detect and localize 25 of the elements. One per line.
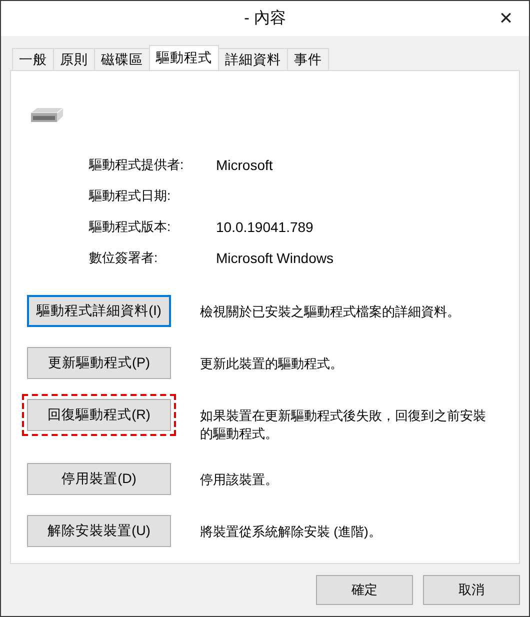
action-description: 如果裝置在更新驅動程式後失敗，回復到之前安裝的驅動程式。 (200, 407, 486, 443)
drive-icon (29, 107, 65, 123)
action-description: 更新此裝置的驅動程式。 (200, 355, 344, 373)
action-button[interactable]: 回復驅動程式(R) (27, 399, 171, 431)
action-description: 檢視關於已安裝之驅動程式檔案的詳細資料。 (200, 303, 461, 321)
info-label: 驅動程式版本: (89, 218, 172, 236)
tab[interactable]: 事件 (287, 48, 329, 70)
info-label: 驅動程式日期: (89, 187, 172, 205)
cancel-button[interactable]: 取消 (423, 575, 520, 605)
tab[interactable]: 驅動程式 (149, 45, 219, 70)
action-description: 停用該裝置。 (200, 471, 279, 489)
tab[interactable]: 一般 (12, 48, 54, 70)
info-value: Microsoft (216, 157, 273, 173)
info-value: 10.0.19041.789 (216, 219, 314, 235)
action-button[interactable]: 停用裝置(D) (27, 463, 171, 495)
window-title: - 內容 (244, 8, 286, 29)
info-label: 驅動程式提供者: (89, 156, 185, 174)
action-button[interactable]: 驅動程式詳細資料(I) (27, 295, 171, 327)
info-value: Microsoft Windows (216, 250, 334, 266)
close-button[interactable]: ✕ (491, 5, 521, 33)
info-label: 數位簽署者: (89, 249, 159, 267)
ok-button[interactable]: 確定 (316, 575, 413, 605)
action-description: 將裝置從系統解除安裝 (進階)。 (200, 523, 382, 541)
action-button[interactable]: 解除安裝裝置(U) (27, 515, 171, 547)
action-button[interactable]: 更新驅動程式(P) (27, 347, 171, 379)
